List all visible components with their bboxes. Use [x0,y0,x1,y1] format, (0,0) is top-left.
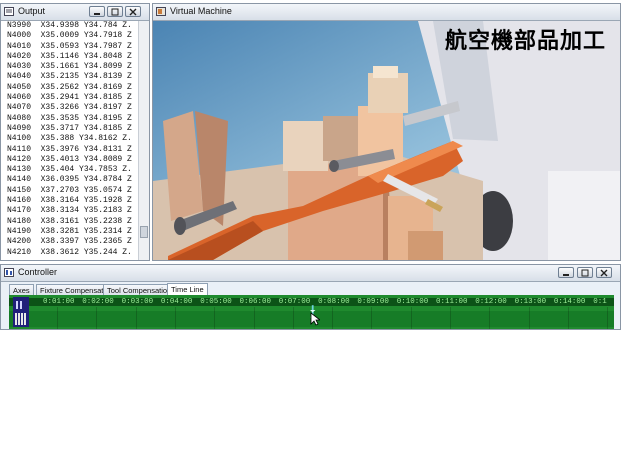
output-scrollbar[interactable] [138,21,149,260]
timeline-tick-label: 0:09:00 [357,298,389,306]
mouse-cursor-icon [310,312,320,326]
timeline-gridline [96,307,98,329]
timeline-gridline [567,307,569,329]
vm-titlebar[interactable]: Virtual Machine [153,4,620,21]
gcode-output-list[interactable]: N3990 X34.9398 Y34.784 Z. N4000 X35.0009 … [1,21,138,260]
timeline-start-marker[interactable] [13,297,29,327]
timeline-gridline [214,307,216,329]
output-line: N4170 X38.3134 Y35.2183 Z [7,206,132,216]
virtual-machine-panel: Virtual Machine 航空機部品加工 [152,3,621,261]
controller-maximize-button[interactable] [577,267,593,278]
output-line: N4010 X35.0593 Y34.7987 Z [7,41,132,51]
machine-scene [153,21,620,260]
output-minimize-button[interactable] [89,6,105,17]
timeline-gridline [607,307,609,329]
output-line: N3990 X34.9398 Y34.784 Z. [7,21,132,30]
output-line: N4200 X38.3397 Y35.2365 Z [7,237,132,247]
timeline-tick-label: 0:11:00 [436,298,468,306]
timeline-tick-label: 0:02:00 [82,298,114,306]
timeline-gridline [253,307,255,329]
timeline-tick-label: 0:13:00 [514,298,547,306]
timeline-gridline [332,307,334,329]
timeline-gridline [450,307,451,329]
timeline-gridline [57,307,58,329]
output-line: N4130 X35.404 Y34.7853 Z. [7,165,132,175]
minimize-icon [94,13,100,15]
timeline-tick-label: 0:1 [593,298,607,306]
output-line: N4180 X38.3161 Y35.2238 Z [7,216,132,226]
output-line: N4020 X35.1146 Y34.8048 Z [7,51,132,61]
maximize-icon [581,269,589,277]
close-icon [600,269,608,277]
timeline-tick-label: 0:05:00 [200,298,232,306]
overlay-title: 航空機部品加工 [444,29,606,54]
timeline-tick-label: 0:14:00 [553,298,586,306]
controller-close-button[interactable] [596,267,612,278]
timeline-gridline [410,307,412,329]
output-line: N4120 X35.4013 Y34.8089 Z [7,154,132,164]
timeline-gridline [528,307,530,329]
output-line: N4090 X35.3717 Y34.8185 Z [7,123,132,133]
output-line: N4080 X35.3535 Y34.8195 Z [7,113,132,123]
output-scroll-thumb[interactable] [140,226,148,238]
timeline-tick-label: 0:07:00 [278,298,311,306]
output-line: N4060 X35.2941 Y34.8185 Z [7,93,132,103]
output-line: N4210 X38.3612 Y35.244 Z. [7,247,132,257]
timeline-gridline [174,307,176,329]
output-line: N4030 X35.1661 Y34.8099 Z [7,62,132,72]
machine-3d-viewport[interactable]: 航空機部品加工 [153,21,620,260]
timeline-tick-label: 0:12:00 [475,298,507,306]
timeline-tick-label: 0:06:00 [239,298,272,306]
output-title: Output [18,6,46,16]
output-line: N4150 X37.2703 Y35.0574 Z [7,185,132,195]
output-line: N4070 X35.3266 Y34.8197 Z [7,103,132,113]
output-line: N4100 X35.388 Y34.8162 Z. [7,134,132,144]
close-icon [129,8,137,16]
timeline-gridline [371,307,373,329]
timeline-tick-label: 0:08:00 [318,298,350,306]
output-line: N4160 X38.3164 Y35.1928 Z [7,196,132,206]
output-close-button[interactable] [125,6,141,17]
controller-minimize-button[interactable] [558,267,574,278]
controller-title: Controller [18,267,58,277]
timeline-gridline [135,307,137,329]
output-line: N4000 X35.0009 Y34.7918 Z [7,31,132,41]
timeline-tick-label: 0:10:00 [396,298,429,306]
timeline-tick-label: 0:04:00 [160,298,193,306]
output-line: N4190 X38.3281 Y35.2314 Z [7,226,132,236]
maximize-icon [111,8,119,16]
timeline-tick-label: 0:03:00 [121,298,154,306]
minimize-icon [563,274,569,276]
output-line: N4110 X35.3976 Y34.8131 Z [7,144,132,154]
timeline-tick-label: 0:01:00 [43,298,75,306]
output-line: N4050 X35.2562 Y34.8169 Z [7,82,132,92]
controller-titlebar[interactable]: Controller [1,265,620,282]
output-panel: Output N3990 X34.9398 Y34.784 Z. N4000 X3… [0,3,150,261]
output-titlebar[interactable]: Output [1,4,149,21]
output-maximize-button[interactable] [107,6,123,17]
output-line: N4040 X35.2135 Y34.8139 Z [7,72,132,82]
output-line: N4140 X36.0395 Y34.8784 Z [7,175,132,185]
timeline-gridline [292,307,294,329]
vm-title: Virtual Machine [170,6,232,16]
controller-window-icon [4,268,14,277]
output-window-icon [4,7,14,16]
vm-window-icon [156,7,166,16]
pause-bars-icon [15,301,26,325]
timeline-gridline [489,307,491,329]
